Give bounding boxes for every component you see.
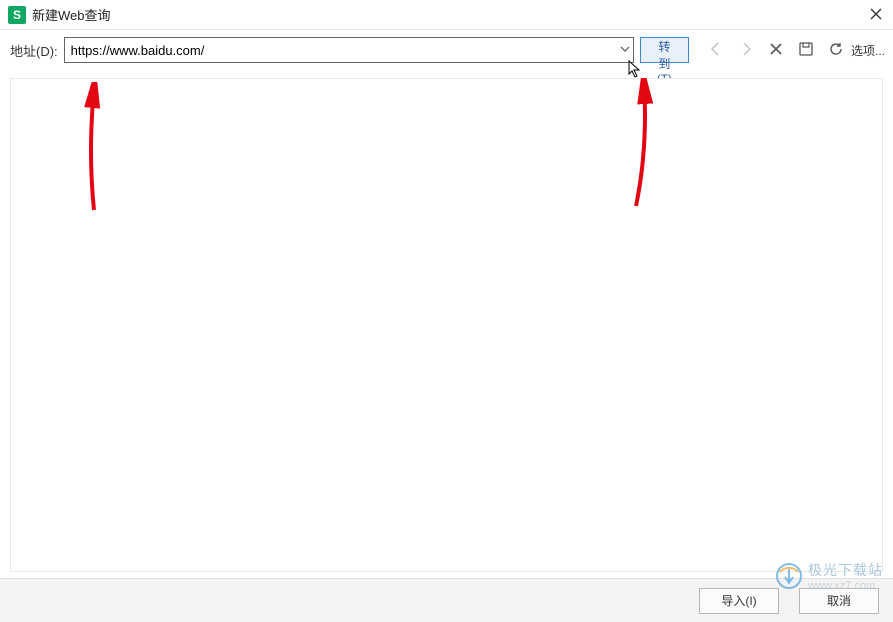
close-button[interactable] <box>865 4 887 26</box>
cancel-button[interactable]: 取消 <box>799 588 879 614</box>
save-icon <box>798 41 814 60</box>
arrow-right-icon <box>738 41 754 60</box>
stop-button[interactable] <box>767 41 785 59</box>
window-title: 新建Web查询 <box>32 5 111 24</box>
address-toolbar: 地址(D): 转到(T) <box>0 30 893 70</box>
refresh-button[interactable] <box>827 41 845 59</box>
options-button[interactable]: 选项... <box>851 42 885 59</box>
arrow-left-icon <box>708 41 724 60</box>
nav-icons <box>707 41 845 59</box>
footer: 导入(I) 取消 <box>0 578 893 622</box>
x-icon <box>769 42 783 59</box>
refresh-icon <box>828 41 844 60</box>
address-combo[interactable] <box>64 37 634 63</box>
titlebar: S 新建Web查询 <box>0 0 893 30</box>
web-preview-area <box>10 78 883 572</box>
close-icon <box>870 8 882 23</box>
forward-button[interactable] <box>737 41 755 59</box>
app-icon: S <box>8 6 26 24</box>
back-button[interactable] <box>707 41 725 59</box>
url-input[interactable] <box>64 37 634 63</box>
save-query-button[interactable] <box>797 41 815 59</box>
import-button[interactable]: 导入(I) <box>699 588 779 614</box>
address-label: 地址(D): <box>10 41 58 60</box>
go-button[interactable]: 转到(T) <box>640 37 689 63</box>
